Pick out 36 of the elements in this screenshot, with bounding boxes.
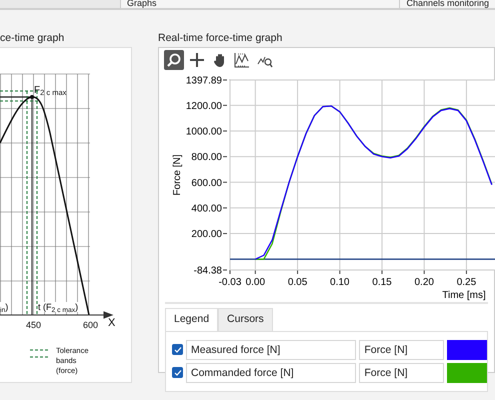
unit-field[interactable]: Force [N] — [359, 362, 444, 382]
unit-field[interactable]: Force [N] — [359, 340, 444, 360]
axis-tick-label: 600.00 — [191, 178, 222, 189]
axis-title: Force [N] — [172, 154, 183, 196]
panel-title: Real-time force-time graph — [158, 32, 284, 45]
axis-tick-label: 1200.00 — [186, 100, 222, 112]
checkbox[interactable] — [172, 367, 183, 378]
axis-tick-label: 800.00 — [191, 152, 222, 164]
checkbox[interactable] — [172, 344, 183, 356]
axis-tick-label: 0.05 — [288, 277, 308, 288]
time-label: t (F$_{2 c max}$) — [38, 302, 78, 312]
axis-tick-label: 1397.89 — [186, 76, 222, 86]
zoom-icon[interactable] — [164, 50, 184, 70]
axis-tick-label: -84.38 — [194, 266, 222, 276]
axis-tick-label: 0.10 — [330, 277, 350, 288]
color-swatch[interactable] — [447, 362, 487, 382]
time-label: $_{in}$) — [0, 302, 8, 312]
series-name-field[interactable]: Measured force [N] — [186, 340, 356, 360]
axis-tick-label: -0.03 — [218, 277, 242, 288]
axis-tick-label: 0.15 — [372, 277, 392, 288]
axis-title: Time [ms] — [442, 290, 486, 301]
axis-tick-label: 400.00 — [191, 203, 222, 214]
axis-tick-label: 450 — [26, 320, 42, 330]
axis-tick-label: 1000.00 — [186, 126, 222, 138]
axis-tick-label: 200.00 — [191, 229, 222, 240]
tab[interactable]: Legend — [165, 308, 218, 331]
axis-label: X — [108, 318, 116, 328]
series-name-field[interactable]: Commanded force [N] — [186, 362, 356, 382]
axis-tick-label: 0.20 — [414, 277, 434, 288]
tab[interactable]: Cursors — [218, 308, 273, 331]
color-swatch[interactable] — [447, 340, 487, 360]
axis-tick-label: 0.25 — [456, 277, 476, 288]
axis-tick-label: 0.00 — [246, 277, 266, 288]
panel-title: ce-time graph — [0, 32, 66, 45]
peak-label: F$_{2 c max}$ — [34, 86, 66, 96]
axis-tick-label: 600 — [83, 320, 98, 330]
